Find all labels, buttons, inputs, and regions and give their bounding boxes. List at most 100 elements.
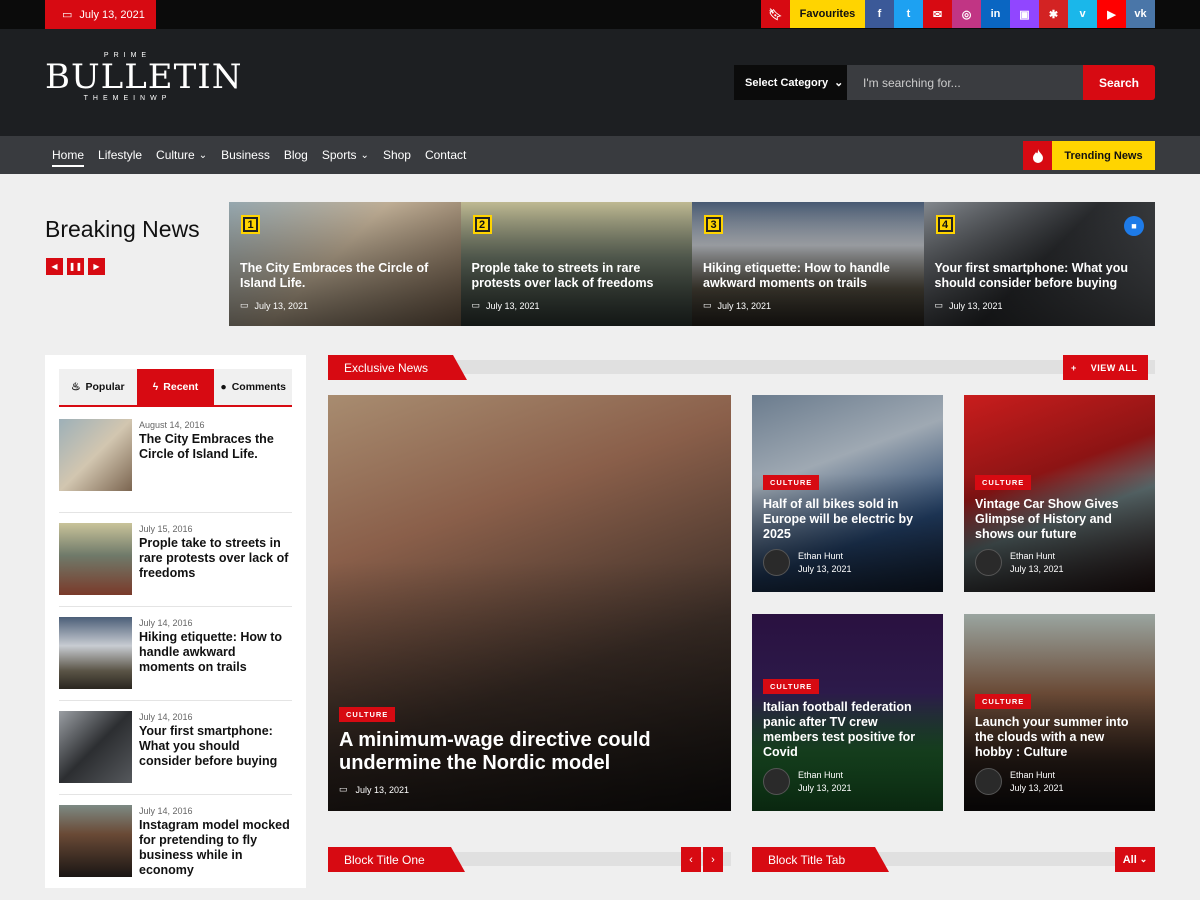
author-name[interactable]: Ethan Hunt bbox=[1010, 769, 1064, 782]
nav-item-shop[interactable]: Shop bbox=[383, 136, 411, 174]
youtube-icon[interactable]: ▶ bbox=[1097, 0, 1126, 28]
breaking-card-title[interactable]: The City Embraces the Circle of Island L… bbox=[240, 261, 451, 291]
bookmark-icon[interactable]: 🔖︎ bbox=[761, 0, 790, 28]
category-tag[interactable]: CULTURE bbox=[763, 475, 820, 490]
category-select-label: Select Category bbox=[745, 76, 829, 89]
nav-item-contact[interactable]: Contact bbox=[425, 136, 466, 174]
sidebar-widget: ♨ Popular ϟ Recent ● Comments August 14, 20… bbox=[45, 355, 306, 888]
pause-icon[interactable]: ❚❚ bbox=[67, 258, 84, 275]
list-item[interactable]: July 14, 2016 Hiking etiquette: How to ha… bbox=[59, 607, 292, 701]
chevron-down-icon: ⌄ bbox=[1139, 854, 1148, 864]
tab-comments[interactable]: ● Comments bbox=[214, 369, 293, 405]
post-title[interactable]: The City Embraces the Circle of Island L… bbox=[139, 432, 292, 462]
nav-label: Shop bbox=[382, 148, 411, 162]
nav-item-home[interactable]: Home bbox=[52, 136, 85, 174]
post-thumbnail[interactable] bbox=[59, 617, 132, 689]
post-title[interactable]: Your first smartphone: What you should c… bbox=[139, 724, 292, 769]
post-thumbnail[interactable] bbox=[59, 805, 132, 877]
chevron-down-icon: ⌄ bbox=[360, 149, 369, 161]
fire-icon: ♨ bbox=[71, 381, 81, 393]
category-tag[interactable]: CULTURE bbox=[975, 475, 1032, 490]
article-card[interactable]: CULTURE Vintage Car Show Gives Glimpse o… bbox=[964, 395, 1155, 592]
vk-icon[interactable]: vk bbox=[1126, 0, 1155, 28]
post-thumbnail[interactable] bbox=[59, 523, 132, 595]
nav-label: Lifestyle bbox=[98, 148, 143, 162]
nav-item-blog[interactable]: Blog bbox=[284, 136, 308, 174]
next-icon[interactable]: ▶ bbox=[88, 258, 105, 275]
author-name[interactable]: Ethan Hunt bbox=[1010, 550, 1064, 563]
favourites-button[interactable]: Favourites bbox=[790, 0, 865, 28]
plus-icon: + bbox=[1071, 362, 1077, 373]
post-title[interactable]: Prople take to streets in rare protests … bbox=[139, 536, 292, 581]
chevron-left-icon[interactable]: ‹ bbox=[681, 847, 701, 872]
author-name[interactable]: Ethan Hunt bbox=[798, 769, 852, 782]
view-all-button[interactable]: + VIEW ALL bbox=[1063, 355, 1148, 380]
article-card[interactable]: CULTURE Italian football federation pani… bbox=[752, 614, 943, 811]
nav-item-business[interactable]: Business bbox=[221, 136, 270, 174]
featured-article[interactable]: CULTURE A minimum-wage directive could u… bbox=[328, 395, 731, 811]
breaking-card-title[interactable]: Prople take to streets in rare protests … bbox=[472, 261, 683, 291]
tab-label: Comments bbox=[231, 381, 286, 393]
facebook-icon[interactable]: f bbox=[865, 0, 894, 28]
tab-popular[interactable]: ♨ Popular bbox=[59, 369, 137, 405]
chevron-down-icon: ⌄ bbox=[198, 149, 208, 161]
linkedin-icon[interactable]: in bbox=[981, 0, 1010, 28]
category-select[interactable]: Select Category ⌄ bbox=[734, 65, 847, 100]
email-icon[interactable]: ✉ bbox=[923, 0, 952, 28]
category-tag[interactable]: CULTURE bbox=[975, 694, 1032, 709]
article-title[interactable]: Vintage Car Show Gives Glimpse of Histor… bbox=[975, 497, 1145, 542]
current-date: July 13, 2021 bbox=[79, 8, 145, 21]
twitch-icon[interactable]: ▣ bbox=[1010, 0, 1039, 28]
breaking-card[interactable]: 2 Prople take to streets in rare protest… bbox=[460, 202, 692, 326]
list-item[interactable]: July 14, 2016 Instagram model mocked for … bbox=[59, 795, 292, 889]
logo-main-text: BULLETIN bbox=[45, 57, 243, 97]
post-title[interactable]: Hiking etiquette: How to handle awkward … bbox=[139, 630, 292, 675]
article-title[interactable]: Italian football federation panic after … bbox=[763, 700, 935, 760]
nav-label: Sports bbox=[321, 148, 357, 162]
post-thumbnail[interactable] bbox=[59, 711, 132, 783]
article-card[interactable]: CULTURE Half of all bikes sold in Europe… bbox=[752, 395, 943, 592]
article-title[interactable]: A minimum-wage directive could undermine… bbox=[339, 729, 699, 775]
article-date: ▭ July 13, 2021 bbox=[339, 784, 409, 795]
twitter-icon[interactable]: t bbox=[894, 0, 923, 28]
nav-item-lifestyle[interactable]: Lifestyle bbox=[98, 136, 142, 174]
article-card[interactable]: CULTURE Launch your summer into the clou… bbox=[964, 614, 1155, 811]
category-tag[interactable]: CULTURE bbox=[339, 707, 396, 722]
instagram-icon[interactable]: ◎ bbox=[952, 0, 981, 28]
breaking-card[interactable]: 1 The City Embraces the Circle of Island… bbox=[229, 202, 461, 326]
search-input[interactable] bbox=[847, 65, 1083, 100]
trending-news-button[interactable]: Trending News bbox=[1023, 141, 1155, 170]
breaking-card[interactable]: 4 ■ Your first smartphone: What you shou… bbox=[923, 202, 1155, 326]
post-thumbnail[interactable] bbox=[59, 419, 132, 491]
search-button[interactable]: Search bbox=[1083, 65, 1155, 100]
chevron-right-icon[interactable]: › bbox=[703, 847, 723, 872]
tab-label: Recent bbox=[163, 381, 199, 393]
prev-icon[interactable]: ◀ bbox=[46, 258, 63, 275]
search-form: Select Category ⌄ Search bbox=[734, 65, 1155, 100]
article-title[interactable]: Half of all bikes sold in Europe will be… bbox=[763, 497, 933, 542]
chevron-down-icon: ⌄ bbox=[834, 77, 844, 89]
nav-label: Home bbox=[52, 148, 85, 162]
vimeo-icon[interactable]: v bbox=[1068, 0, 1097, 28]
breaking-card[interactable]: 3 Hiking etiquette: How to handle awkwar… bbox=[692, 202, 924, 326]
post-date: July 14, 2016 bbox=[139, 712, 193, 722]
list-item[interactable]: August 14, 2016 The City Embraces the Cir… bbox=[59, 419, 292, 513]
breaking-card-title[interactable]: Hiking etiquette: How to handle awkward … bbox=[703, 261, 914, 291]
breaking-card-title[interactable]: Your first smartphone: What you should c… bbox=[935, 261, 1146, 291]
nav-item-culture[interactable]: Culture ⌄ bbox=[156, 136, 207, 174]
date-text: July 13, 2021 bbox=[717, 300, 772, 311]
author-name[interactable]: Ethan Hunt bbox=[798, 550, 852, 563]
list-item[interactable]: July 15, 2016 Prople take to streets in r… bbox=[59, 513, 292, 607]
post-title[interactable]: Instagram model mocked for pretending to… bbox=[139, 818, 292, 878]
recent-posts-list: August 14, 2016 The City Embraces the Cir… bbox=[59, 419, 292, 889]
section-title: Exclusive News bbox=[328, 355, 467, 380]
list-item[interactable]: July 14, 2016 Your first smartphone: What… bbox=[59, 701, 292, 795]
tab-label: Popular bbox=[85, 381, 125, 393]
tab-recent[interactable]: ϟ Recent bbox=[136, 369, 215, 405]
all-filter-dropdown[interactable]: All ⌄ bbox=[1115, 847, 1155, 872]
yelp-icon[interactable]: ✱ bbox=[1039, 0, 1068, 28]
nav-item-sports[interactable]: Sports ⌄ bbox=[322, 136, 369, 174]
category-tag[interactable]: CULTURE bbox=[763, 679, 820, 694]
article-title[interactable]: Launch your summer into the clouds with … bbox=[975, 715, 1145, 760]
site-logo[interactable]: PRIME BULLETIN THEMEINWP bbox=[45, 52, 243, 102]
